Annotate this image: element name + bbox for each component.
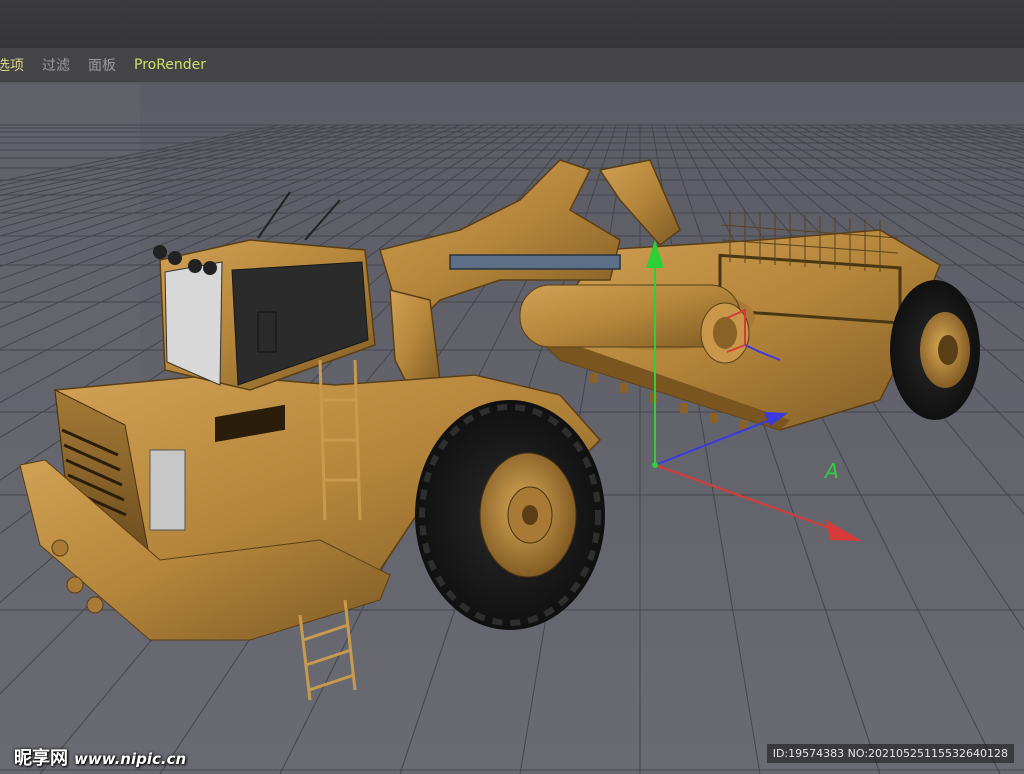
watermark-id: ID:19574383 NO:20210525115532640128 <box>766 744 1014 763</box>
menu-bar: 选项 过滤 面板 ProRender <box>0 48 1024 84</box>
watermark-logo-text: 昵享网 <box>14 748 68 769</box>
menu-item-filter[interactable]: 过滤 <box>33 55 79 75</box>
watermark-url: www.nipic.cn <box>74 750 187 768</box>
rear-wheel <box>890 280 980 420</box>
3d-viewport[interactable]: A <box>0 84 1024 774</box>
viewport-canvas[interactable]: A <box>0 84 1024 774</box>
title-bar <box>0 0 1024 48</box>
menu-item-panel[interactable]: 面板 <box>79 55 125 75</box>
front-wheel <box>415 400 605 630</box>
watermark-logo: 昵享网 www.nipic.cn <box>14 744 186 770</box>
menu-item-prorender[interactable]: ProRender <box>125 57 215 73</box>
gizmo-axis-label: A <box>823 459 839 483</box>
menu-item-options[interactable]: 选项 <box>0 55 33 75</box>
